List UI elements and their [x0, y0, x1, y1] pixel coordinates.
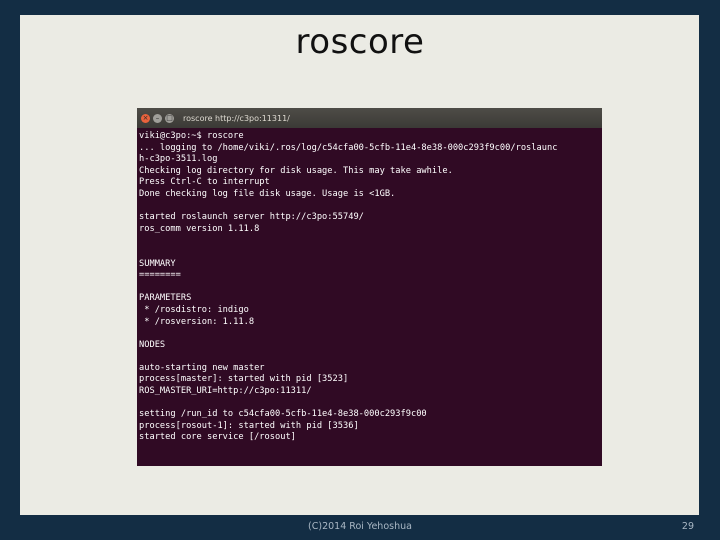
terminal-window[interactable]: × – □ roscore http://c3po:11311/ viki@c3…: [137, 108, 602, 466]
terminal-line: process[rosout-1]: started with pid [353…: [139, 420, 359, 431]
terminal-line: auto-starting new master: [139, 362, 265, 373]
terminal-line: * /rosversion: 1.11.8: [139, 316, 255, 327]
footer-credit: (C)2014 Roi Yehoshua: [308, 521, 412, 532]
terminal-line: started core service [/rosout]: [139, 432, 296, 443]
terminal-line: ros_comm version 1.11.8: [139, 223, 260, 234]
terminal-line: NODES: [139, 339, 166, 350]
terminal-output[interactable]: viki@c3po:~$ roscore... logging to /home…: [137, 128, 602, 444]
maximize-icon[interactable]: □: [165, 113, 174, 123]
terminal-line: ROS_MASTER_URI=http://c3po:11311/: [139, 386, 312, 397]
terminal-line: Press Ctrl-C to interrupt: [139, 177, 270, 188]
minimize-icon[interactable]: –: [153, 113, 162, 123]
terminal-line: Checking log directory for disk usage. T…: [139, 165, 453, 176]
terminal-title: roscore http://c3po:11311/: [183, 113, 290, 123]
terminal-line: process[master]: started with pid [3523]: [139, 374, 349, 385]
terminal-line: * /rosdistro: indigo: [139, 304, 249, 315]
terminal-line: SUMMARY: [139, 258, 176, 269]
terminal-line: setting /run_id to c54cfa00-5cfb-11e4-8e…: [139, 409, 427, 420]
terminal-line: ========: [139, 270, 181, 281]
slide-title: roscore: [295, 22, 425, 62]
terminal-titlebar[interactable]: × – □ roscore http://c3po:11311/: [137, 108, 602, 128]
page-number: 29: [681, 521, 694, 532]
terminal-line: started roslaunch server http://c3po:557…: [139, 212, 364, 223]
terminal-line: h-c3po-3511.log: [139, 154, 218, 165]
terminal-line: ... logging to /home/viki/.ros/log/c54cf…: [139, 142, 558, 153]
terminal-line: viki@c3po:~$ roscore: [139, 131, 244, 141]
terminal-line: Done checking log file disk usage. Usage…: [139, 188, 396, 199]
terminal-line: PARAMETERS: [139, 293, 192, 304]
close-icon[interactable]: ×: [141, 113, 150, 123]
